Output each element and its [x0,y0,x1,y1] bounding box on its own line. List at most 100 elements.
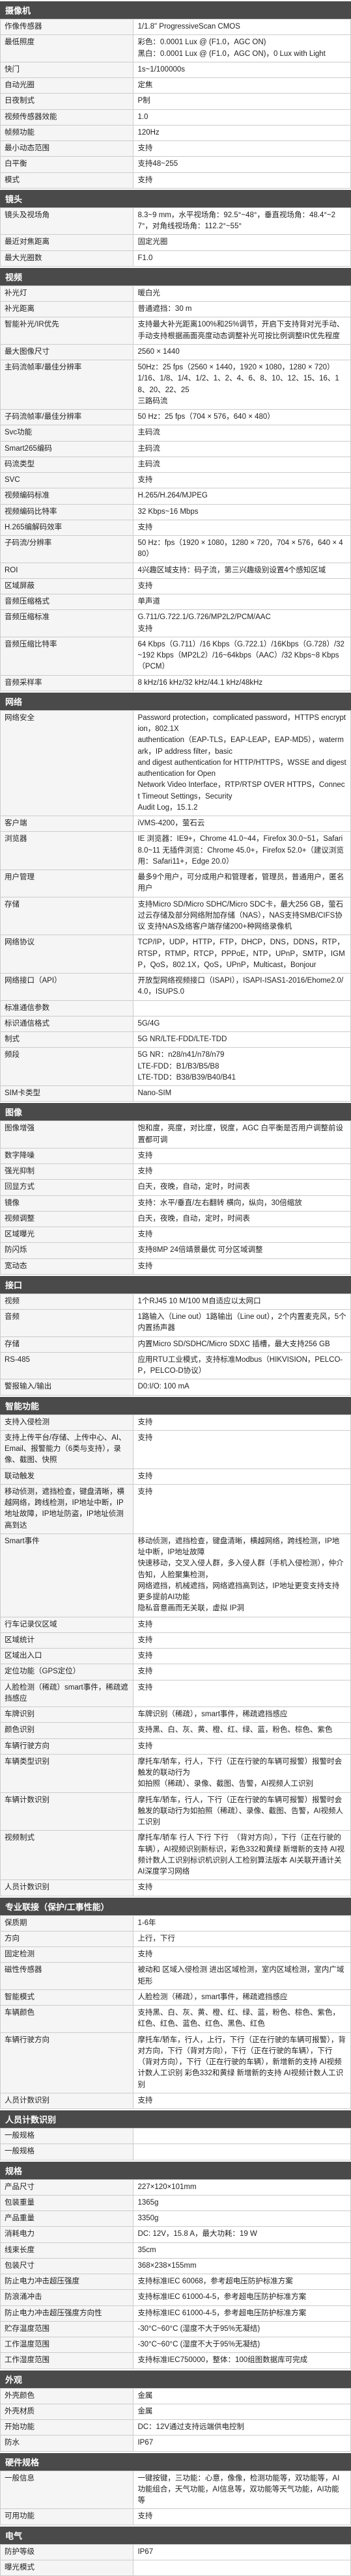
table-row: 支持入侵检测支持 [1,1414,351,1430]
table-row: 模式支持 [1,172,351,188]
spec-value: IE 浏览器：IE9+，Chrome 41.0~44，Firefox 30.0~… [133,832,351,870]
spec-label: 主码流帧率/最佳分辨率 [1,360,133,410]
section-header-9: 规格 [0,2162,351,2179]
table-row: 一般规格 [1,2129,351,2144]
spec-value: G.711/G.722.1/G.726/MP2L2/PCM/AAC 支持 [133,610,351,637]
spec-value: 主码流 [133,457,351,472]
table-row: 开始功能DC：12V通过支持远端供电控制 [1,2420,351,2436]
spec-value: 支持 [133,1632,351,1648]
table-row: 产品重量3350g [1,2211,351,2227]
spec-label: 标识通信格式 [1,1016,133,1031]
table-row: ROI4兴趣区域支持：码子流，第三兴趣级别设置4个感知区域 [1,563,351,578]
spec-value: 支持最大补光距离100%和25%调节，开启下支持背对光手动、手动支持根据画面亮度… [133,317,351,345]
section-table-3: 网络安全Password protection，complicated pass… [0,710,351,1102]
spec-value: 支持黑、白、灰、黄、橙、红、绿、蓝，粉色、棕色、紫色，红色、红色、蓝色、红色、黑… [133,2006,351,2033]
spec-value: 定焦 [133,78,351,94]
spec-label: 车辆类型识别 [1,1754,133,1792]
spec-value: 支持 [133,1880,351,1896]
spec-value: 支持标准IEC 60068，参考超电压防护标准方案 [133,2274,351,2290]
section-header-4: 图像 [0,1103,351,1121]
spec-value: 固定光圈 [133,235,351,250]
spec-label: 区域屏蔽 [1,578,133,594]
spec-value: 支持 [133,1414,351,1430]
spec-label: SVC [1,473,133,488]
table-row: RS-485应用RTU工业模式，支持标准Modbus（HIKVISION，PEL… [1,1352,351,1379]
table-row: 帧频功能120Hz [1,125,351,140]
table-row: 视频制式摩托车/轿车 行人 下行 下行 （背对方向），下行（正在行驶的车辆），A… [1,1831,351,1880]
section-header-5: 接口 [0,1276,351,1294]
spec-value: 支持 [133,520,351,535]
spec-label: 标准通信参数 [1,1000,133,1016]
spec-value: 2560 × 1440 [133,344,351,360]
spec-value: 支持黑、白、灰、黄、橙、红、绿、蓝，粉色、棕色、紫色 [133,1723,351,1738]
table-row: 区域曝光支持 [1,1227,351,1243]
table-row: 车牌识别车牌识别（稀疏），smart事件，稀疏遮挡感应 [1,1707,351,1723]
table-row: 最低照度彩色：0.0001 Lux @ (F1.0，AGC ON) 黑白：0.0… [1,35,351,62]
spec-label: 用户管理 [1,870,133,897]
spec-label: 帧频功能 [1,125,133,140]
table-row: 音频采样率8 kHz/16 kHz/32 kHz/44.1 kHz/48kHz [1,675,351,691]
spec-value: 开放型网络视频接口（ISAPI），ISAPI-ISAS1-2016/Ehome2… [133,974,351,1001]
spec-label: Smart265编码 [1,441,133,457]
section-header-2: 视频 [0,268,351,285]
spec-label: 最大光圈数 [1,250,133,266]
spec-label: 防闪烁 [1,1243,133,1258]
table-row: 强光抑制支持 [1,1164,351,1180]
table-row: 防水IP67 [1,2436,351,2451]
table-row: 标准通信参数 [1,1000,351,1016]
spec-value: 移动侦测，遮挡检查，键盘清晰，横越网络，跨线检测，IP地址中断，IP地址故障 快… [133,1534,351,1617]
spec-value: 1-6年 [133,1915,351,1931]
table-row: 用户管理最多9个用户，可分成用户和管理者，管理员，普通用户，匿名用户 [1,870,351,897]
section-table-6: 支持入侵检测支持支持上传平台/存储、上传中心、AI、Email、报警能力（6类与… [0,1414,351,1896]
spec-label: 产品重量 [1,2211,133,2227]
table-row: 浏览器IE 浏览器：IE9+，Chrome 41.0~44，Firefox 30… [1,832,351,870]
table-row: 日夜制式P制 [1,94,351,109]
section-header-7: 专业联接（保护/工事性能） [0,1898,351,1915]
table-row: 行车记录仪区域支持 [1,1617,351,1632]
table-row: 一般规格 [1,2144,351,2160]
table-row: 人员计数识别支持 [1,1880,351,1896]
spec-label: 线束长度 [1,2242,133,2258]
spec-value: 一键按键，三功能：心意，像像，检测功能等，双功能等，AI功能组合，天气功能，AI… [133,2471,351,2509]
spec-label: 固定检测 [1,1947,133,1963]
spec-label: 快门 [1,62,133,77]
table-row: 线束长度35cm [1,2242,351,2258]
table-row: 码流类型主码流 [1,457,351,472]
spec-value: 上行，下行 [133,1931,351,1946]
table-row: 网络安全Password protection，complicated pass… [1,710,351,816]
spec-label: 包装重量 [1,2195,133,2211]
table-row: Smart事件移动侦测，遮挡检查，键盘清晰，横越网络，跨线检测，IP地址中断，I… [1,1534,351,1617]
table-row: 车辆颜色支持黑、白、灰、黄、橙、红、绿、蓝，粉色、棕色、紫色，红色、红色、蓝色、… [1,2006,351,2033]
table-row: 回显方式白天，夜晚，自动，定时，时间表 [1,1180,351,1195]
table-row: 外壳材质金属 [1,2404,351,2419]
table-row: 包装尺寸368×238×155mm [1,2258,351,2274]
section-table-7: 保质期1-6年方向上行，下行固定检测支持磁性传感器被动和 区域入侵检测 进出区域… [0,1915,351,2110]
table-row: 贮存温度范围-30°C~60°C (湿度不大于95%无凝结) [1,2321,351,2337]
section-table-1: 镜头及视场角8.3~9 mm，水平视场角：92.5°~48°，垂直视场角：48.… [0,207,351,267]
spec-value: 32 Kbps~16 Mbps [133,504,351,520]
spec-label: 回显方式 [1,1180,133,1195]
table-row: 颜色识别支持黑、白、灰、黄、橙、红、绿、蓝，粉色、棕色、紫色 [1,1723,351,1738]
table-row: 区域屏蔽支持 [1,578,351,594]
spec-label: ROI [1,563,133,578]
table-row: 车辆行驶方向摩托车/轿车，行人，上行，下行（正在行驶的车辆可报警），背对方向，下… [1,2032,351,2093]
section-header-0: 摄像机 [0,1,351,19]
spec-label: 工作湿度范围 [1,2353,133,2369]
spec-value: 4兴趣区域支持：码子流，第三兴趣级别设置4个感知区域 [133,563,351,578]
spec-value: 暖白光 [133,285,351,301]
spec-value: 支持标准IEC750000，整体：100组图数据库可完成 [133,2353,351,2369]
spec-label: 音频压缩比特率 [1,637,133,675]
spec-value: 金属 [133,2404,351,2419]
spec-label: 补光灯 [1,285,133,301]
spec-label: 网络协议 [1,935,133,974]
spec-label: SIM卡类型 [1,1086,133,1102]
spec-label: 视频 [1,1294,133,1309]
spec-value: 支持Micro SD/Micro SDHC/Micro SDC卡，最大256 G… [133,897,351,935]
section-header-6: 智能功能 [0,1397,351,1414]
spec-label: 作像传感器 [1,20,133,35]
table-row: 作像传感器1/1.8" ProgressiveScan CMOS [1,20,351,35]
table-row: 智能补光/IR优先支持最大补光距离100%和25%调节，开启下支持背对光手动、手… [1,317,351,345]
spec-label: Svc功能 [1,425,133,441]
table-row: 人脸检测（稀疏）smart事件，稀疏遮挡感应支持 [1,1680,351,1707]
table-row: 存储支持Micro SD/Micro SDHC/Micro SDC卡，最大256… [1,897,351,935]
